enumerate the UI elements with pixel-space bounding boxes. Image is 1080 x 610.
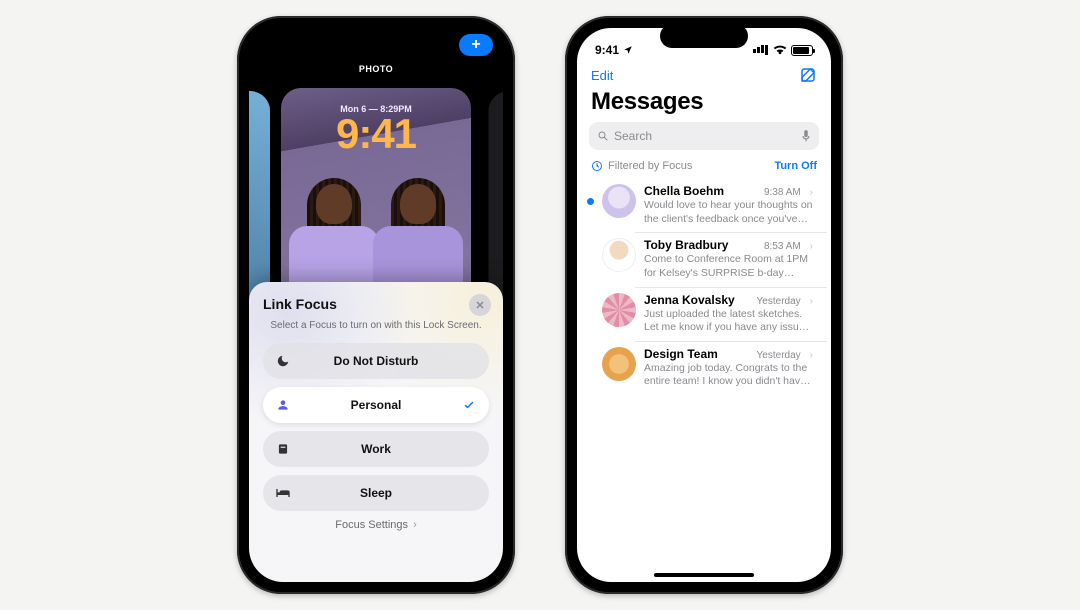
thread-time: Yesterday [757,350,801,361]
phone-left: + PHOTO Mon 6 — 8:29PM 9:41 Link Focus [237,16,515,594]
edit-button[interactable]: Edit [591,68,613,83]
dynamic-island [332,24,420,48]
link-focus-sheet: Link Focus ✕ Select a Focus to turn on w… [249,282,503,582]
wallpaper-carousel[interactable]: Mon 6 — 8:29PM 9:41 [249,88,503,308]
bed-icon [275,485,291,501]
cell-signal-icon [753,45,769,55]
focus-item-work[interactable]: Work [263,431,489,467]
avatar [602,293,636,327]
thread-name: Chella Boehm [644,184,724,198]
unread-dot [587,198,594,205]
search-placeholder: Search [614,129,652,143]
thread-row[interactable]: Jenna Kovalsky Yesterday › Just uploaded… [587,287,827,341]
wifi-icon [773,45,787,55]
home-indicator[interactable] [654,573,754,577]
plus-icon: + [471,37,480,53]
thread-preview: Amazing job today. Congrats to the entir… [644,362,813,389]
badge-icon [275,441,291,457]
thread-name: Jenna Kovalsky [644,293,735,307]
nav-bar: Edit [577,64,831,84]
sheet-title: Link Focus [263,296,489,312]
chevron-right-icon: › [410,519,417,531]
person-icon [275,397,291,413]
mic-icon[interactable] [801,129,811,143]
focus-list: Do Not Disturb Personal Work [263,343,489,511]
page-title: Messages [577,84,831,122]
wallpaper-next[interactable] [489,84,503,312]
avatar [602,238,636,272]
avatar [602,184,636,218]
checkmark-icon [463,399,475,411]
thread-preview: Would love to hear your thoughts on the … [644,199,813,226]
chevron-right-icon: › [810,187,813,198]
focus-settings-link[interactable]: Focus Settings › [263,519,489,531]
chevron-right-icon: › [810,350,813,361]
avatar [602,347,636,381]
dynamic-island [660,24,748,48]
search-icon [597,130,609,142]
thread-time: 8:53 AM [764,241,801,252]
focus-item-label: Do Not Disturb [297,354,455,368]
wallpaper-category-label: PHOTO [249,64,503,74]
thread-time: 9:38 AM [764,187,801,198]
clock-icon [591,160,603,172]
lockscreen-editor-screen: + PHOTO Mon 6 — 8:29PM 9:41 Link Focus [249,28,503,582]
thread-row[interactable]: Design Team Yesterday › Amazing job toda… [587,341,827,395]
moon-icon [275,353,291,369]
wallpaper-prev[interactable] [249,84,270,312]
focus-settings-label: Focus Settings [335,519,408,531]
thread-list[interactable]: Chella Boehm 9:38 AM › Would love to hea… [577,178,831,395]
turn-off-filter-button[interactable]: Turn Off [774,160,817,172]
filtered-by-focus-label: Filtered by Focus [608,160,692,172]
focus-item-dnd[interactable]: Do Not Disturb [263,343,489,379]
search-input[interactable]: Search [589,122,819,150]
thread-row[interactable]: Toby Bradbury 8:53 AM › Come to Conferen… [587,232,827,286]
lockscreen-time: 9:41 [281,114,471,154]
lockscreen-top: + PHOTO Mon 6 — 8:29PM 9:41 [249,28,503,298]
focus-item-label: Sleep [297,486,455,500]
close-icon: ✕ [475,299,484,312]
thread-name: Toby Bradbury [644,238,728,252]
focus-item-label: Work [297,442,455,456]
wallpaper-current[interactable]: Mon 6 — 8:29PM 9:41 [281,88,471,308]
phone-right: 9:41 Edit Messages [565,16,843,594]
status-time: 9:41 [595,43,619,57]
compose-button[interactable] [799,66,817,84]
battery-icon [791,45,813,56]
thread-preview: Just uploaded the latest sketches. Let m… [644,308,813,335]
location-icon [623,45,633,55]
focus-filter-row: Filtered by Focus Turn Off [577,150,831,178]
close-sheet-button[interactable]: ✕ [469,294,491,316]
thread-preview: Come to Conference Room at 1PM for Kelse… [644,253,813,280]
messages-screen: 9:41 Edit Messages [577,28,831,582]
sheet-subtitle: Select a Focus to turn on with this Lock… [263,320,489,331]
chevron-right-icon: › [810,296,813,307]
focus-item-label: Personal [297,398,455,412]
thread-row[interactable]: Chella Boehm 9:38 AM › Would love to hea… [587,178,827,232]
focus-item-sleep[interactable]: Sleep [263,475,489,511]
thread-name: Design Team [644,347,718,361]
chevron-right-icon: › [810,241,813,252]
thread-time: Yesterday [757,296,801,307]
focus-item-personal[interactable]: Personal [263,387,489,423]
add-wallpaper-button[interactable]: + [459,34,493,56]
